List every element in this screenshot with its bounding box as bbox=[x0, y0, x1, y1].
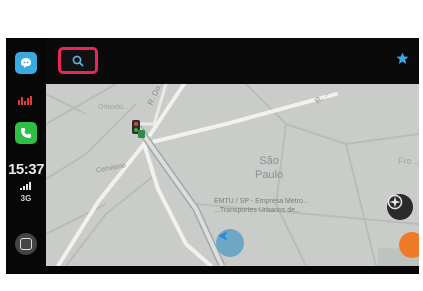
carplay-sidebar: 15:37 3G bbox=[6, 38, 46, 274]
navigation-top-bar bbox=[46, 38, 419, 84]
map-label-city-line-2: Paulo bbox=[255, 169, 284, 181]
star-icon bbox=[396, 52, 409, 64]
search-icon bbox=[72, 55, 84, 66]
phone-icon bbox=[21, 128, 31, 138]
music-bars-icon bbox=[18, 96, 32, 105]
phone-app-button[interactable] bbox=[15, 122, 37, 144]
map-label-place: EMTU / SP - Empresa Metro... ...Transpor… bbox=[214, 197, 309, 215]
map-view[interactable]: Orlando... R. Do... R. ... São Paulo EMT… bbox=[46, 84, 419, 266]
home-button[interactable] bbox=[15, 233, 37, 255]
current-location-marker bbox=[216, 229, 244, 257]
map-label-area-2: Orlando... bbox=[98, 104, 129, 111]
music-app-button[interactable] bbox=[15, 89, 37, 111]
report-button[interactable] bbox=[399, 232, 419, 258]
map-label-city-line-1: São bbox=[259, 155, 279, 167]
search-button[interactable] bbox=[58, 47, 98, 74]
map-label-place-line-1: EMTU / SP - Empresa Metro... bbox=[214, 198, 309, 205]
map-label-city: São Paulo bbox=[255, 154, 283, 182]
map-label-place-line-2: ...Transportes Urbanos de... bbox=[214, 207, 301, 214]
status-time: 15:37 bbox=[8, 161, 44, 178]
network-type: 3G bbox=[20, 194, 32, 203]
carplay-screen: 15:37 3G Orlando... R. Do... R. ... São … bbox=[6, 38, 419, 274]
compass-icon bbox=[387, 194, 403, 210]
waze-icon bbox=[21, 58, 31, 68]
navigation-arrow-icon bbox=[218, 231, 228, 241]
waze-app-button[interactable] bbox=[15, 52, 37, 74]
map-label-district: Fre... bbox=[398, 156, 419, 166]
recenter-button[interactable] bbox=[387, 194, 413, 220]
home-icon bbox=[20, 238, 32, 250]
signal-strength-icon bbox=[20, 182, 34, 190]
favorites-button[interactable] bbox=[396, 52, 409, 68]
